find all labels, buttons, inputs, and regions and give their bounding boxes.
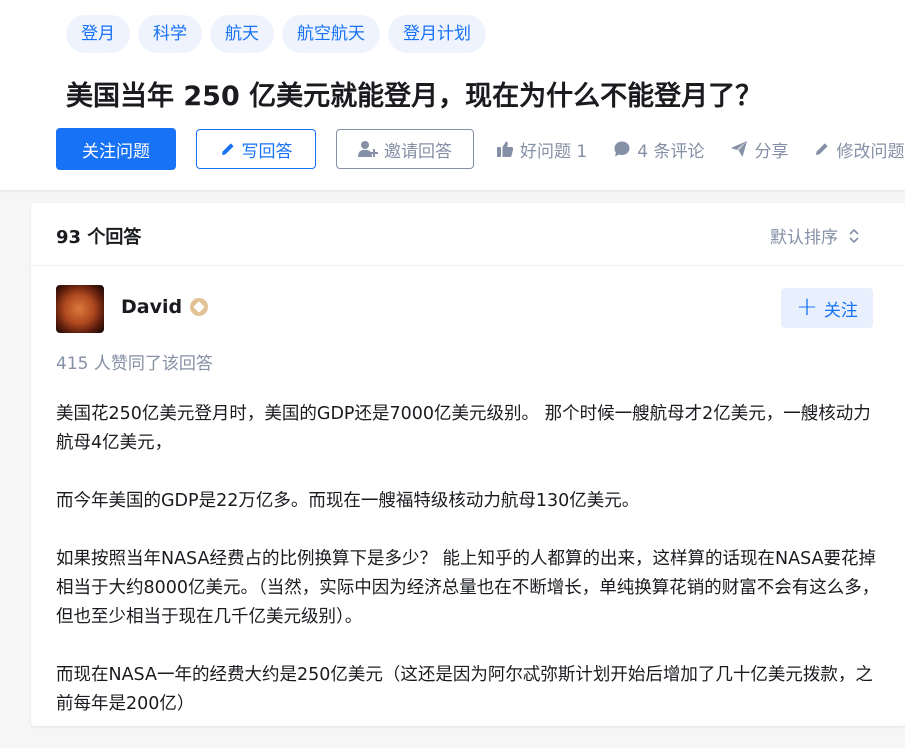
answer-paragraph: 如果按照当年NASA经费占的比例换算下是多少？ 能上知乎的人都算的出来，这样算的… [56, 549, 880, 627]
pencil-icon [220, 141, 236, 157]
sort-dropdown[interactable]: 默认排序 [770, 223, 860, 248]
author-name[interactable]: David [121, 296, 182, 318]
share-button[interactable]: 分享 [730, 137, 788, 162]
invite-answer-button[interactable]: 邀请回答 [336, 129, 474, 169]
pencil-icon [814, 141, 830, 157]
good-question-button[interactable]: 好问题 1 [496, 137, 587, 162]
comment-bubble-icon [613, 140, 631, 158]
question-actions: 关注问题 写回答 邀请回答 好问题 1 4 条评论 分享 修改问题 [56, 128, 904, 170]
share-label: 分享 [754, 141, 789, 162]
verified-badge-icon [190, 298, 209, 316]
topic-tag[interactable]: 航天 [210, 15, 274, 53]
answer-list-header: 93 个回答 默认排序 [31, 203, 905, 266]
topic-tag[interactable]: 登月计划 [388, 15, 486, 53]
paper-plane-icon [730, 140, 748, 158]
invite-answer-label: 邀请回答 [384, 141, 452, 162]
plus-icon: + [796, 292, 818, 322]
answer-content: 美国花250亿美元登月时，美国的GDP还是7000亿美元级别。 那个时候一艘航母… [56, 400, 886, 748]
question-header: 登月 科学 航天 航空航天 登月计划 美国当年 250 亿美元就能登月，现在为什… [0, 0, 905, 190]
good-question-label: 好问题 1 [520, 141, 588, 162]
follow-question-button[interactable]: 关注问题 [56, 128, 176, 170]
answer-card: 93 个回答 默认排序 David + 关注 415 人赞同了该回答 美国花25… [31, 203, 905, 726]
topic-list: 登月 科学 航天 航空航天 登月计划 [66, 15, 486, 53]
answer-count: 93 个回答 [56, 227, 142, 248]
answer-paragraph: 美国花250亿美元登月时，美国的GDP还是7000亿美元级别。 那个时候一艘航母… [56, 404, 871, 453]
write-answer-button[interactable]: 写回答 [196, 129, 316, 169]
edit-question-label: 修改问题 [836, 141, 905, 162]
thumbs-up-icon [496, 140, 514, 158]
follow-author-label: 关注 [823, 300, 858, 321]
question-title[interactable]: 美国当年 250 亿美元就能登月，现在为什么不能登月了？ [66, 74, 762, 113]
author-info: David [121, 296, 209, 318]
comments-button[interactable]: 4 条评论 [613, 137, 704, 162]
sort-arrows-icon [848, 228, 860, 244]
sort-label: 默认排序 [770, 228, 838, 248]
answer-paragraph: 而今年美国的GDP是22万亿多。而现在一艘福特级核动力航母130亿美元。 [56, 491, 640, 511]
follow-author-button[interactable]: + 关注 [781, 288, 873, 328]
vote-count: 415 人赞同了该回答 [56, 354, 213, 374]
topic-tag[interactable]: 航空航天 [282, 15, 380, 53]
add-user-icon [358, 140, 378, 158]
topic-tag[interactable]: 登月 [66, 15, 130, 53]
comments-label: 4 条评论 [637, 141, 705, 162]
follow-question-label: 关注问题 [82, 141, 150, 162]
avatar[interactable] [56, 285, 104, 333]
topic-tag[interactable]: 科学 [138, 15, 202, 53]
edit-question-button[interactable]: 修改问题 [814, 137, 904, 162]
answer-paragraph: 而现在NASA一年的经费大约是250亿美元（这还是因为阿尔忒弥斯计划开始后增加了… [56, 665, 873, 714]
write-answer-label: 写回答 [241, 141, 293, 162]
